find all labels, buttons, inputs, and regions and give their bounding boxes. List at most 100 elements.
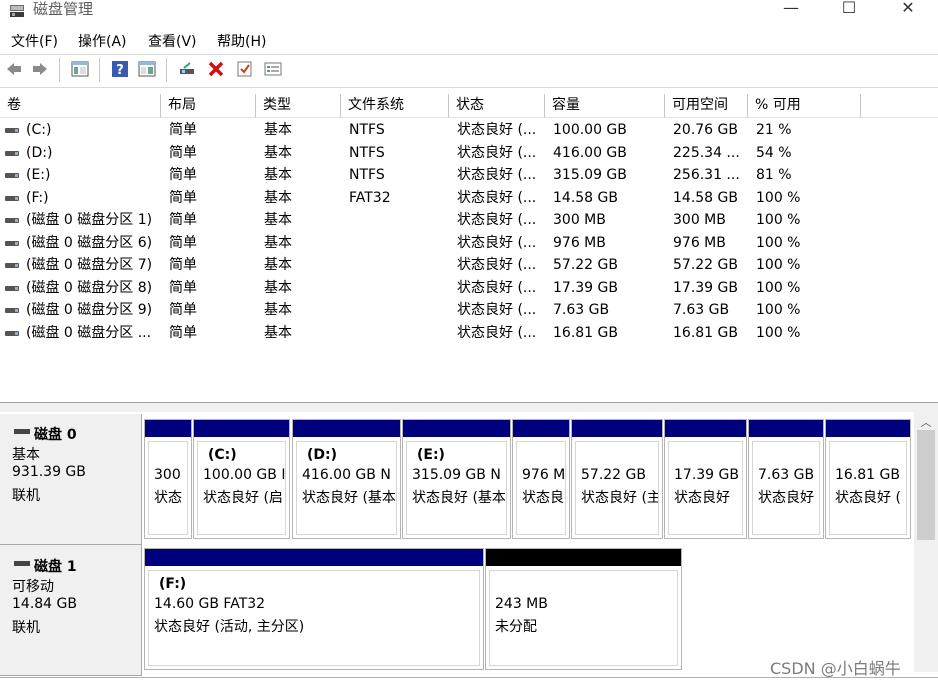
column-header-percent-free[interactable]: % 可用 xyxy=(748,94,861,117)
cell-volume: (F:) xyxy=(26,189,49,206)
disk0-partition[interactable]: 976 M 状态良 xyxy=(512,419,570,539)
column-header-filesystem[interactable]: 文件系统 xyxy=(341,94,449,117)
cell-layout: 简单 xyxy=(169,324,197,341)
svg-text:?: ? xyxy=(116,63,124,78)
toolbar-separator xyxy=(59,58,60,82)
delete-icon[interactable] xyxy=(207,60,225,78)
disk1-partition[interactable]: (F:) 14.60 GB FAT32 状态良好 (活动, 主分区) xyxy=(144,548,484,670)
partition-body: 976 M 状态良 xyxy=(516,441,566,535)
cell-capacity: 17.39 GB xyxy=(553,279,618,296)
table-row[interactable]: (磁盘 0 磁盘分区 1) 简单 基本 状态良好 (... 300 MB 300 MB 10… xyxy=(0,209,938,231)
column-header-status[interactable]: 状态 xyxy=(449,94,545,117)
back-icon[interactable] xyxy=(5,60,23,78)
table-row[interactable]: (磁盘 0 磁盘分区 6) 简单 基本 状态良好 (... 976 MB 976 MB 10… xyxy=(0,232,938,254)
cell-volume: (磁盘 0 磁盘分区 8) xyxy=(26,279,153,296)
menu-file[interactable]: 文件(F) xyxy=(11,31,58,51)
cell-layout: 简单 xyxy=(169,257,197,273)
table-row[interactable]: (D:) 简单 基本 NTFS 状态良好 (... 416.00 GB 225.34 ...… xyxy=(0,142,938,164)
cell-type: 基本 xyxy=(264,234,292,251)
column-header-type[interactable]: 类型 xyxy=(256,94,341,117)
menu-view[interactable]: 查看(V) xyxy=(148,31,197,51)
partition-type-bar xyxy=(665,420,746,437)
disk0-partition[interactable]: 17.39 GB 状态良好 xyxy=(664,419,747,539)
cell-volume: (磁盘 0 磁盘分区 1) xyxy=(26,212,153,228)
cell-type: 基本 xyxy=(264,144,292,161)
disk0-partition[interactable]: 7.63 GB 状态良好 xyxy=(748,419,824,539)
cell-type: 基本 xyxy=(264,302,292,318)
cell-capacity: 300 MB xyxy=(553,212,606,228)
partition-status: 状态良好 xyxy=(758,490,814,506)
column-header-free-space[interactable]: 可用空间 xyxy=(665,94,748,117)
cell-status: 状态良好 (... xyxy=(457,257,537,273)
partition-type-bar xyxy=(145,549,483,566)
partition-size: 976 M xyxy=(522,467,566,483)
forward-icon[interactable] xyxy=(31,60,49,78)
cell-type: 基本 xyxy=(264,122,292,138)
cell-status: 状态良好 (... xyxy=(457,279,537,296)
partition-type-bar xyxy=(403,420,510,437)
column-header-layout[interactable]: 布局 xyxy=(161,94,256,117)
cell-layout: 简单 xyxy=(169,144,197,161)
partition-body: 17.39 GB 状态良好 xyxy=(668,441,743,535)
table-row[interactable]: (F:) 简单 基本 FAT32 状态良好 (... 14.58 GB 14.58 GB 10… xyxy=(0,187,938,209)
partition-size: 7.63 GB xyxy=(758,467,815,483)
disk-1-header[interactable]: 磁盘 1 可移动 14.84 GB 联机 xyxy=(0,545,142,676)
toolbar-separator xyxy=(99,58,100,82)
cell-percent-free: 100 % xyxy=(756,279,801,296)
cell-capacity: 416.00 GB xyxy=(553,144,627,161)
partition-body: 7.63 GB 状态良好 xyxy=(752,441,820,535)
cell-layout: 简单 xyxy=(169,212,197,228)
table-row[interactable]: (E:) 简单 基本 NTFS 状态良好 (... 315.09 GB 256.31 ...… xyxy=(0,164,938,186)
cell-filesystem: NTFS xyxy=(349,167,385,183)
disk0-partition[interactable]: (D:) 416.00 GB N 状态良好 (基本 xyxy=(292,419,401,539)
cell-filesystem xyxy=(349,209,447,231)
column-header-volume[interactable]: 卷 xyxy=(0,94,161,117)
disk1-partition[interactable]: 243 MB 未分配 xyxy=(485,548,682,670)
cell-filesystem: FAT32 xyxy=(349,189,391,206)
console-tree-icon[interactable] xyxy=(71,60,89,78)
minimize-button[interactable]: — xyxy=(768,0,814,22)
check-icon[interactable] xyxy=(236,60,254,78)
disk0-partition[interactable]: (C:) 100.00 GB I 状态良好 (启 xyxy=(193,419,290,539)
maximize-button[interactable]: ☐ xyxy=(826,0,872,22)
partition-size: 100.00 GB I xyxy=(203,467,286,483)
scroll-up-icon[interactable]: ︿ xyxy=(918,414,934,429)
scrollbar-thumb[interactable] xyxy=(917,430,935,540)
show-pane-icon[interactable] xyxy=(138,60,156,78)
table-row[interactable]: (磁盘 0 磁盘分区 9) 简单 基本 状态良好 (... 7.63 GB 7.63 GB… xyxy=(0,299,938,321)
disk0-partition[interactable]: (E:) 315.09 GB N 状态良好 (基本 xyxy=(402,419,511,539)
table-row[interactable]: (C:) 简单 基本 NTFS 状态良好 (... 100.00 GB 20.76 GB 21… xyxy=(0,119,938,141)
disk0-partition[interactable]: 16.81 GB 状态良好 ( xyxy=(825,419,911,539)
disk0-partition[interactable]: 300 状态 xyxy=(144,419,192,539)
properties-icon[interactable] xyxy=(264,60,282,78)
disk-1-size: 14.84 GB xyxy=(12,596,77,612)
cell-percent-free: 100 % xyxy=(756,212,801,228)
table-row[interactable]: (磁盘 0 磁盘分区 7) 简单 基本 状态良好 (... 57.22 GB 57.22 … xyxy=(0,254,938,276)
cell-volume: (磁盘 0 磁盘分区 7) xyxy=(26,257,153,273)
partition-label: (E:) xyxy=(417,447,445,463)
cell-layout: 简单 xyxy=(169,234,197,251)
cell-free-space: 20.76 GB xyxy=(673,122,738,138)
close-button[interactable]: ✕ xyxy=(885,0,931,22)
menu-help[interactable]: 帮助(H) xyxy=(217,31,266,51)
partition-status: 状态良好 (主 xyxy=(581,490,659,506)
volume-icon xyxy=(5,308,19,313)
partition-status: 状态良好 (基本 xyxy=(302,490,396,506)
table-row[interactable]: (磁盘 0 磁盘分区 ... 简单 基本 状态良好 (... 16.81 GB 16.81… xyxy=(0,322,938,344)
menu-action[interactable]: 操作(A) xyxy=(78,31,127,51)
partition-size: 17.39 GB xyxy=(674,467,739,483)
cell-free-space: 7.63 GB xyxy=(673,302,730,318)
help-icon[interactable]: ? xyxy=(111,60,129,78)
volume-icon xyxy=(5,128,19,133)
partition-size: 300 xyxy=(154,467,181,483)
table-row[interactable]: (磁盘 0 磁盘分区 8) 简单 基本 状态良好 (... 17.39 GB 17.39 … xyxy=(0,277,938,299)
connect-icon[interactable] xyxy=(178,60,196,78)
disk0-partition[interactable]: 57.22 GB 状态良好 (主 xyxy=(571,419,663,539)
cell-status: 状态良好 (... xyxy=(457,167,537,183)
cell-layout: 简单 xyxy=(169,122,197,138)
cell-volume: (磁盘 0 磁盘分区 6) xyxy=(26,234,153,251)
disk-0-header[interactable]: 磁盘 0 基本 931.39 GB 联机 xyxy=(0,414,142,545)
column-header-capacity[interactable]: 容量 xyxy=(545,94,665,117)
disk-icon xyxy=(14,561,30,566)
cell-capacity: 976 MB xyxy=(553,234,606,251)
